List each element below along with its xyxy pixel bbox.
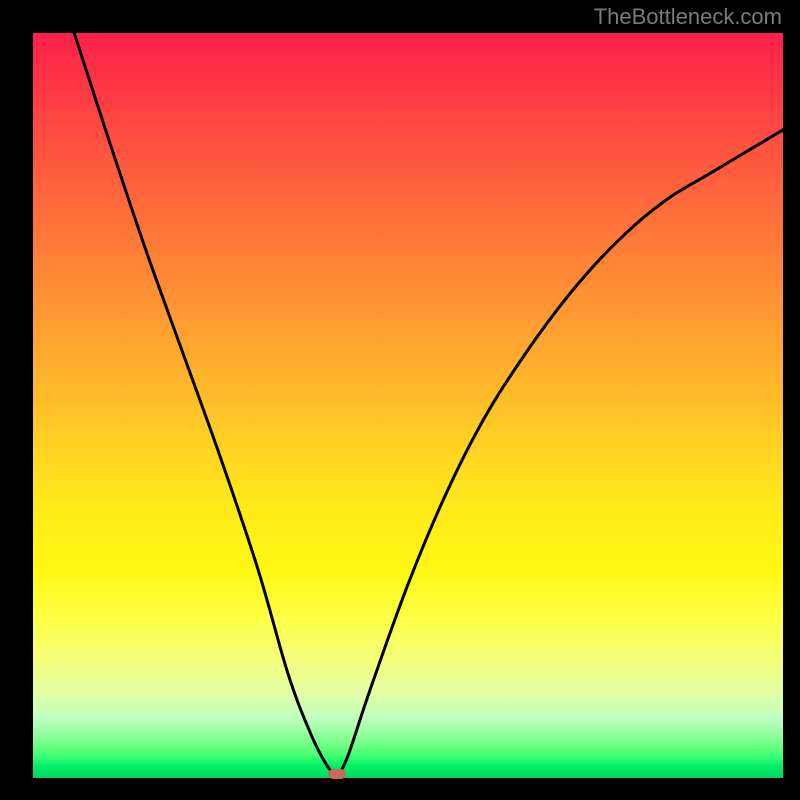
watermark-text: TheBottleneck.com <box>594 4 782 30</box>
chart-container: TheBottleneck.com <box>0 0 800 800</box>
curve-svg <box>33 33 783 778</box>
curve-left <box>74 33 337 778</box>
minimum-marker <box>328 769 346 779</box>
plot-area <box>33 33 783 778</box>
curve-right <box>337 130 783 778</box>
